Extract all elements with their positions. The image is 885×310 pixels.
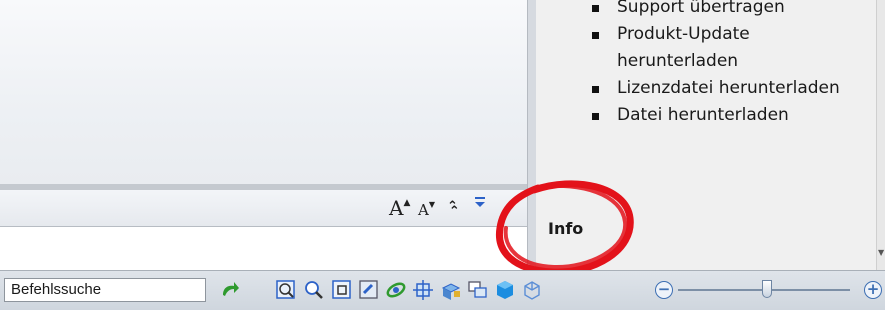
decrease-font-button[interactable]: A▼ [418, 200, 435, 219]
command-history-area[interactable] [0, 227, 527, 270]
info-scrollbar[interactable]: ▼ [876, 0, 885, 270]
zoom-slider-thumb[interactable] [762, 280, 773, 298]
pan-icon[interactable] [412, 279, 434, 301]
download-list: Support übertragen Produkt-Update herunt… [592, 0, 862, 129]
bullet-icon [592, 86, 599, 93]
bullet-icon [592, 113, 599, 120]
decrease-font-label: A [418, 201, 429, 219]
command-search-input[interactable]: Befehlssuche [4, 278, 206, 302]
window-tile-icon[interactable] [467, 279, 489, 301]
info-title: Info [548, 219, 584, 238]
list-item-label: Support übertragen [617, 0, 785, 17]
collapse-chevron-icon[interactable]: ⌃⌃ [447, 199, 469, 219]
drawing-area[interactable] [0, 0, 527, 186]
zoom-realtime-icon[interactable] [303, 279, 325, 301]
list-item-label: Lizenzdatei herunterladen [617, 78, 840, 98]
list-item[interactable]: Lizenzdatei herunterladen [592, 75, 862, 102]
list-item[interactable]: Produkt-Update herunterladen [592, 21, 862, 75]
go-arrow-icon[interactable] [219, 279, 241, 301]
list-item-label: Datei herunterladen [617, 105, 789, 125]
zoom-out-button[interactable]: − [655, 281, 673, 299]
zoom-in-button[interactable]: + [864, 281, 882, 299]
zoom-window-icon[interactable] [275, 279, 297, 301]
list-item[interactable]: Support übertragen [592, 0, 862, 21]
orbit-icon[interactable] [385, 279, 407, 301]
bullet-icon [592, 5, 599, 12]
bullet-icon [592, 32, 599, 39]
scroll-down-icon[interactable]: ▼ [878, 248, 884, 257]
increase-font-button[interactable]: A▲ [389, 196, 410, 220]
list-item[interactable]: Datei herunterladen [592, 102, 862, 129]
cube-icon[interactable] [494, 279, 516, 301]
wireframe-cube-icon[interactable] [521, 279, 543, 301]
menu-arrow-icon[interactable] [474, 194, 486, 214]
list-item-label: Produkt-Update herunterladen [617, 24, 750, 71]
3d-view-icon[interactable] [440, 279, 462, 301]
zoom-previous-icon[interactable] [358, 279, 380, 301]
increase-font-label: A [389, 196, 404, 220]
zoom-extents-icon[interactable] [331, 279, 353, 301]
